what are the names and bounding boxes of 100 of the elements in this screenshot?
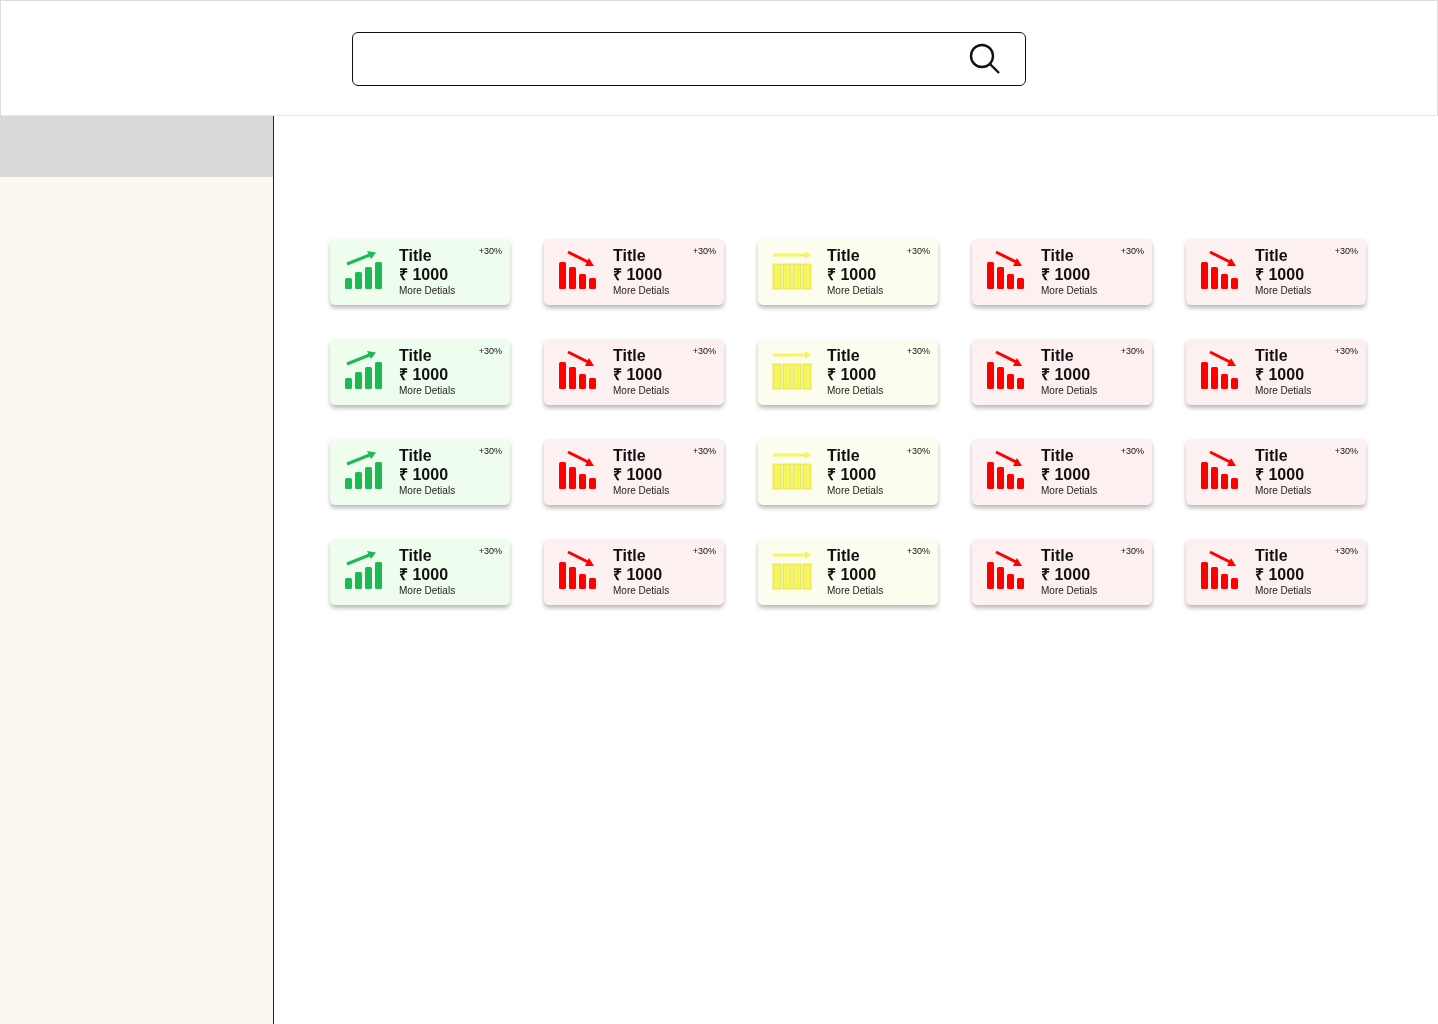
card-title: Title xyxy=(399,247,433,265)
falling-bar-chart-icon xyxy=(558,550,598,590)
change-percent: +30% xyxy=(692,546,716,556)
change-percent: +30% xyxy=(478,346,502,356)
falling-bar-chart-icon xyxy=(986,550,1026,590)
more-details-link[interactable]: More Detials xyxy=(1255,485,1312,497)
change-percent: +30% xyxy=(692,346,716,356)
amount: ₹ 1000 xyxy=(1041,265,1092,285)
more-details-link[interactable]: More Detials xyxy=(613,485,670,497)
falling-bar-chart-icon xyxy=(1200,350,1240,390)
change-percent: +30% xyxy=(478,246,502,256)
change-percent: +30% xyxy=(1334,246,1358,256)
change-percent: +30% xyxy=(906,346,930,356)
amount: ₹ 1000 xyxy=(399,265,450,285)
amount: ₹ 1000 xyxy=(399,565,450,585)
card-title: Title xyxy=(1041,447,1075,465)
falling-bar-chart-icon xyxy=(1200,450,1240,490)
falling-bar-chart-icon xyxy=(1200,550,1240,590)
more-details-link[interactable]: More Detials xyxy=(1255,385,1312,397)
amount: ₹ 1000 xyxy=(827,465,878,485)
amount: ₹ 1000 xyxy=(613,465,664,485)
amount: ₹ 1000 xyxy=(827,365,878,385)
card-title: Title xyxy=(827,447,861,465)
more-details-link[interactable]: More Detials xyxy=(1041,585,1098,597)
more-details-link[interactable]: More Detials xyxy=(1041,285,1098,297)
amount: ₹ 1000 xyxy=(1255,365,1306,385)
change-percent: +30% xyxy=(906,446,930,456)
card-title: Title xyxy=(613,447,647,465)
more-details-link[interactable]: More Detials xyxy=(399,285,456,297)
falling-bar-chart-icon xyxy=(1200,250,1240,290)
card-title: Title xyxy=(613,547,647,565)
amount: ₹ 1000 xyxy=(1041,565,1092,585)
search-field[interactable] xyxy=(352,32,1026,86)
card-title: Title xyxy=(1255,447,1289,465)
amount: ₹ 1000 xyxy=(1255,565,1306,585)
more-details-link[interactable]: More Detials xyxy=(1255,585,1312,597)
falling-bar-chart-icon xyxy=(558,450,598,490)
more-details-link[interactable]: More Detials xyxy=(613,585,670,597)
more-details-link[interactable]: More Detials xyxy=(613,285,670,297)
rising-bar-chart-icon xyxy=(344,550,384,590)
card-title: Title xyxy=(827,547,861,565)
amount: ₹ 1000 xyxy=(1041,465,1092,485)
card-title: Title xyxy=(1041,347,1075,365)
change-percent: +30% xyxy=(1120,446,1144,456)
change-percent: +30% xyxy=(692,246,716,256)
card-title: Title xyxy=(613,247,647,265)
card-title: Title xyxy=(827,347,861,365)
falling-bar-chart-icon xyxy=(986,250,1026,290)
amount: ₹ 1000 xyxy=(399,365,450,385)
rising-bar-chart-icon xyxy=(344,450,384,490)
card-title: Title xyxy=(1041,247,1075,265)
card-title: Title xyxy=(399,447,433,465)
amount: ₹ 1000 xyxy=(1255,465,1306,485)
more-details-link[interactable]: More Detials xyxy=(827,385,884,397)
more-details-link[interactable]: More Detials xyxy=(1041,485,1098,497)
change-percent: +30% xyxy=(1120,546,1144,556)
amount: ₹ 1000 xyxy=(613,265,664,285)
card-title: Title xyxy=(399,547,433,565)
more-details-link[interactable]: More Detials xyxy=(613,385,670,397)
rising-bar-chart-icon xyxy=(344,250,384,290)
more-details-link[interactable]: More Detials xyxy=(399,385,456,397)
amount: ₹ 1000 xyxy=(613,365,664,385)
flat-bar-chart-icon xyxy=(772,550,812,590)
more-details-link[interactable]: More Detials xyxy=(827,285,884,297)
amount: ₹ 1000 xyxy=(613,565,664,585)
amount: ₹ 1000 xyxy=(827,565,878,585)
more-details-link[interactable]: More Detials xyxy=(827,585,884,597)
rising-bar-chart-icon xyxy=(344,350,384,390)
flat-bar-chart-icon xyxy=(772,250,812,290)
change-percent: +30% xyxy=(1120,246,1144,256)
change-percent: +30% xyxy=(906,246,930,256)
change-percent: +30% xyxy=(478,546,502,556)
falling-bar-chart-icon xyxy=(986,450,1026,490)
falling-bar-chart-icon xyxy=(558,250,598,290)
falling-bar-chart-icon xyxy=(558,350,598,390)
change-percent: +30% xyxy=(1334,346,1358,356)
change-percent: +30% xyxy=(1120,346,1144,356)
change-percent: +30% xyxy=(1334,546,1358,556)
more-details-link[interactable]: More Detials xyxy=(1255,285,1312,297)
more-details-link[interactable]: More Detials xyxy=(399,585,456,597)
change-percent: +30% xyxy=(692,446,716,456)
flat-bar-chart-icon xyxy=(772,350,812,390)
flat-bar-chart-icon xyxy=(772,450,812,490)
more-details-link[interactable]: More Detials xyxy=(1041,385,1098,397)
card-title: Title xyxy=(1255,247,1289,265)
more-details-link[interactable]: More Detials xyxy=(827,485,884,497)
amount: ₹ 1000 xyxy=(1255,265,1306,285)
more-details-link[interactable]: More Detials xyxy=(399,485,456,497)
search-icon[interactable] xyxy=(969,43,1001,75)
amount: ₹ 1000 xyxy=(827,265,878,285)
card-title: Title xyxy=(1255,347,1289,365)
amount: ₹ 1000 xyxy=(399,465,450,485)
amount: ₹ 1000 xyxy=(1041,365,1092,385)
card-title: Title xyxy=(1255,547,1289,565)
change-percent: +30% xyxy=(906,546,930,556)
card-title: Title xyxy=(827,247,861,265)
card-title: Title xyxy=(613,347,647,365)
card-title: Title xyxy=(399,347,433,365)
card-title: Title xyxy=(1041,547,1075,565)
change-percent: +30% xyxy=(478,446,502,456)
